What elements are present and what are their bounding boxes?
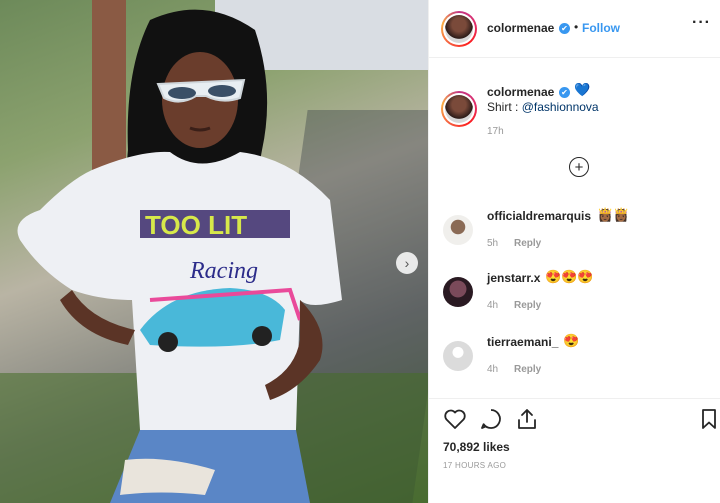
comment-time: 5h — [487, 238, 499, 249]
svg-text:TOO LIT: TOO LIT — [145, 210, 247, 240]
bookmark-icon[interactable] — [697, 407, 720, 431]
verified-icon: ✔ — [559, 87, 570, 98]
caption-text: Shirt : @fashionnova — [487, 100, 599, 114]
reply-button[interactable]: Reply — [514, 238, 541, 249]
share-icon[interactable] — [515, 407, 539, 431]
next-photo-button[interactable]: › — [396, 252, 418, 274]
comment-emoji: 👸🏾👸🏾 — [597, 207, 630, 222]
comment-username[interactable]: tierraemani_ — [487, 335, 558, 349]
verified-icon: ✔ — [559, 23, 570, 34]
reply-button[interactable]: Reply — [514, 300, 541, 311]
likes-count[interactable]: 70,892 likes — [443, 440, 510, 454]
comment-username[interactable]: jenstarr.x — [487, 271, 540, 285]
svg-text:Racing: Racing — [189, 258, 258, 284]
caption-time: 17h — [487, 126, 504, 137]
caption-avatar[interactable] — [441, 91, 477, 127]
comment-icon[interactable] — [479, 407, 503, 431]
comment-item: tierraemani_ 😍 4h Reply — [429, 333, 720, 393]
header-username[interactable]: colormenae — [487, 21, 554, 35]
caption-mention-link[interactable]: @fashionnova — [522, 100, 599, 114]
comment-emoji: 😍😍😍 — [545, 269, 594, 284]
post-sidebar: colormenae ✔ • Follow ··· colormenae ✔ 💙… — [428, 0, 720, 503]
comment-emoji: 😍 — [563, 333, 580, 348]
header-avatar[interactable] — [441, 11, 477, 47]
comment-time: 4h — [487, 364, 499, 375]
more-icon[interactable]: ··· — [692, 14, 711, 32]
comment-item: jenstarr.x 😍😍😍 4h Reply — [429, 269, 720, 329]
comment-username[interactable]: officialdremarquis — [487, 209, 591, 223]
comment-time: 4h — [487, 300, 499, 311]
caption-prefix: Shirt : — [487, 100, 522, 114]
post-timestamp: 17 HOURS AGO — [443, 461, 507, 470]
caption-username[interactable]: colormenae — [487, 85, 554, 99]
separator-dot: • — [574, 20, 579, 34]
comment-avatar[interactable] — [443, 215, 473, 245]
reply-button[interactable]: Reply — [514, 364, 541, 375]
comment-avatar[interactable] — [443, 277, 473, 307]
blue-heart-emoji: 💙 — [574, 82, 591, 97]
load-more-label: + — [574, 158, 584, 176]
comment-item: officialdremarquis 👸🏾👸🏾 5h Reply — [429, 207, 720, 267]
post-actions: 70,892 likes 17 HOURS AGO — [429, 398, 720, 503]
follow-button[interactable]: Follow — [582, 21, 620, 35]
chevron-right-icon: › — [404, 255, 410, 271]
plus-circle-icon[interactable]: + — [569, 157, 589, 177]
post-header: colormenae ✔ • Follow ··· — [429, 0, 720, 58]
photo-person: TOO LIT Racing — [17, 9, 342, 503]
heart-icon[interactable] — [443, 407, 467, 431]
comment-avatar[interactable] — [443, 341, 473, 371]
post-photo[interactable]: TOO LIT Racing › — [0, 0, 428, 503]
